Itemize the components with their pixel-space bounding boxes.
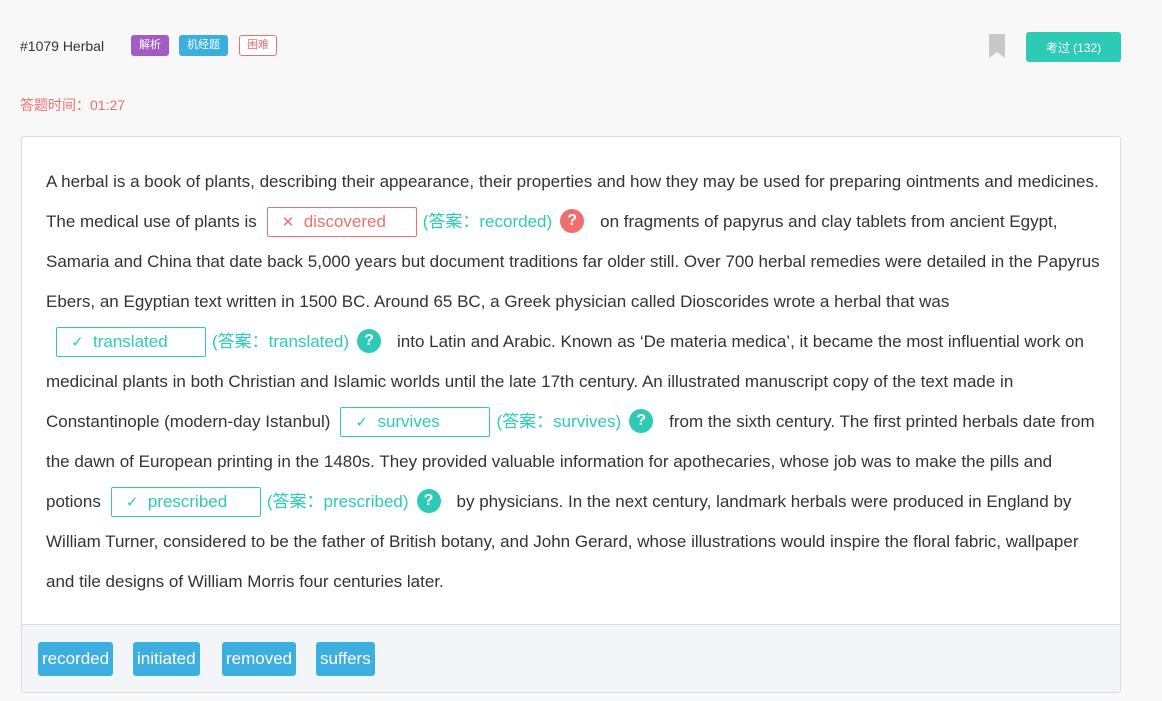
blank-2-correct-answer: (答案：translated) bbox=[212, 332, 349, 351]
exam-question-tag: 机经题 bbox=[179, 35, 228, 56]
difficulty-tag: 困难 bbox=[239, 35, 277, 56]
blank-3-correct-answer: (答案：survives) bbox=[496, 412, 622, 431]
blank-4-correct-answer: (答案：prescribed) bbox=[266, 492, 409, 511]
blank-3-user-answer: survives bbox=[377, 411, 440, 431]
answer-timer: 答题时间：01:27 bbox=[20, 97, 126, 113]
blank-4-user-answer: prescribed bbox=[147, 491, 228, 511]
check-icon: ✓ bbox=[71, 333, 84, 351]
check-icon: ✓ bbox=[355, 413, 369, 431]
taken-count-button[interactable]: 考过 (132) bbox=[1026, 32, 1121, 62]
passage-text: A herbal is a book of plants, describing… bbox=[46, 162, 1102, 602]
analysis-tag[interactable]: 解析 bbox=[131, 35, 169, 56]
blank-1-correct-answer: (答案：recorded) bbox=[422, 212, 553, 231]
passage-card: A herbal is a book of plants, describing… bbox=[21, 136, 1121, 693]
question-mark-icon[interactable]: ? bbox=[629, 408, 654, 433]
check-icon: ✓ bbox=[125, 493, 139, 511]
blank-2-user-answer: translated bbox=[93, 331, 168, 351]
question-mark-icon[interactable]: ? bbox=[560, 208, 585, 233]
question-header: #1079 Herbal 解析 机经题 困难 考过 (132) bbox=[20, 32, 1121, 62]
option-recorded[interactable]: recorded bbox=[38, 642, 114, 676]
question-title: #1079 Herbal bbox=[20, 38, 105, 54]
question-mark-icon[interactable]: ? bbox=[356, 328, 381, 353]
blank-4-input[interactable]: ✓ prescribed bbox=[110, 486, 261, 517]
blank-1-input[interactable]: ✕ discovered bbox=[266, 206, 417, 237]
option-suffers[interactable]: suffers bbox=[316, 642, 375, 676]
blank-2-input[interactable]: ✓ translated bbox=[56, 326, 206, 357]
word-options-bar: recorded initiated removed suffers bbox=[22, 624, 1120, 692]
cross-icon: ✕ bbox=[281, 213, 295, 231]
blank-3-input[interactable]: ✓ survives bbox=[340, 406, 491, 437]
option-initiated[interactable]: initiated bbox=[133, 642, 200, 676]
blank-1-user-answer: discovered bbox=[303, 211, 386, 231]
option-removed[interactable]: removed bbox=[222, 642, 297, 676]
question-mark-icon[interactable]: ? bbox=[416, 488, 441, 513]
bookmark-icon[interactable] bbox=[989, 34, 1005, 58]
